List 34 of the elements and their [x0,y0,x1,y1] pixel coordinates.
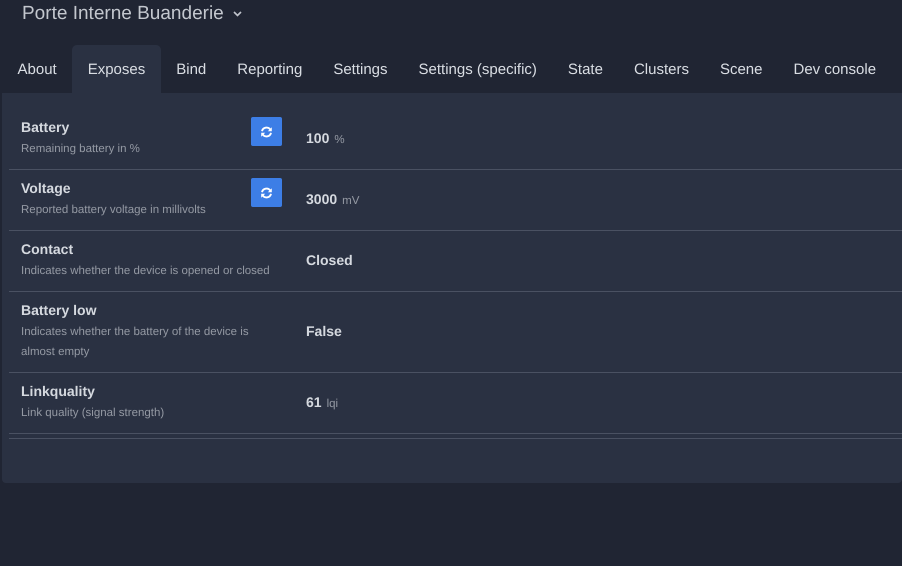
feature-value: 61 [306,394,322,410]
feature-value: Closed [306,252,353,268]
feature-value: 100 [306,130,330,146]
unit-label: mV [342,195,360,207]
feature-value: False [306,323,342,339]
tab[interactable]: State [552,45,618,93]
feature-name: Battery low [21,301,98,320]
tab[interactable]: Reporting [222,45,318,93]
refresh-icon [260,186,273,198]
tab[interactable]: Dev console [778,45,892,93]
refresh-button[interactable] [251,117,282,146]
unit-label: lqi [326,398,338,410]
refresh-button[interactable] [251,178,282,207]
tab[interactable]: Settings (specific) [403,45,552,93]
tab[interactable]: Scene [704,45,778,93]
feature-value: 3000 [306,191,338,207]
device-dropdown[interactable]: Porte Interne Buanderie [22,1,242,27]
feature-name: Battery [21,118,70,137]
tab[interactable]: Clusters [618,45,704,93]
feature-description: Indicates whether the device is opened or closed [21,264,271,279]
caret-icon [232,11,242,17]
refresh-icon [260,126,273,138]
tab[interactable]: Settings [318,45,404,93]
unit-label: % [334,134,345,146]
tab[interactable]: Exposes [72,45,161,93]
tab[interactable]: About [2,45,72,93]
feature-name: Voltage [21,179,72,198]
feature-description: Remaining battery in % [21,142,141,157]
feature-name: Linkquality [21,382,96,401]
feature-description: Reported battery voltage in millivolts [21,203,207,218]
tab[interactable]: Bind [160,45,222,93]
feature-description: Link quality (signal strength) [21,406,166,421]
feature-name: Contact [21,240,74,259]
feature-description: Indicates whether the battery of the device is almost empty [21,325,250,360]
